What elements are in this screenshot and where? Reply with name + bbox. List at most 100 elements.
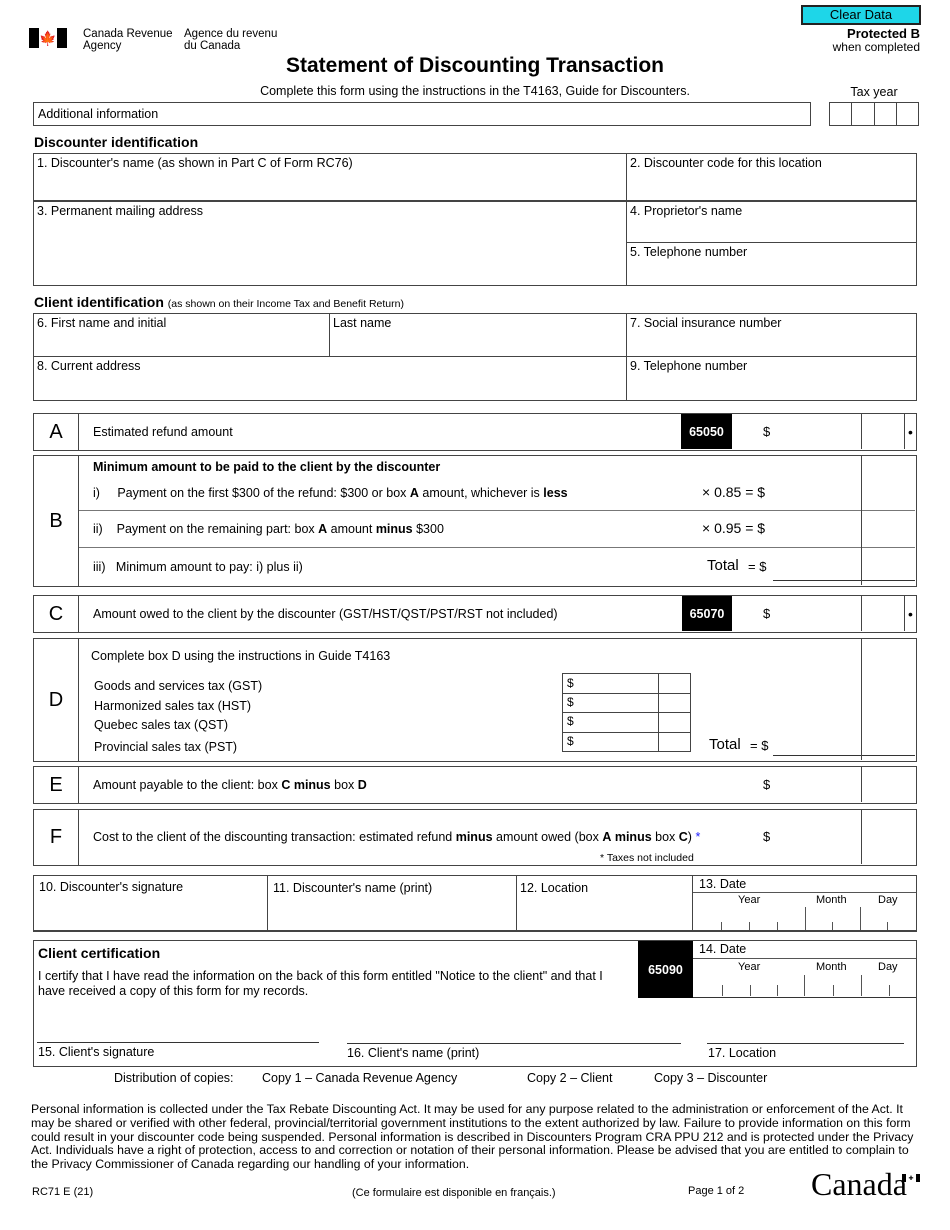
line-i-number: i) <box>93 486 100 500</box>
client-telephone-field[interactable]: 9. Telephone number <box>626 356 917 401</box>
box-b: B Minimum amount to be paid to the clien… <box>33 455 917 587</box>
agency-fr-line1: Agence du revenu <box>184 28 278 40</box>
box-a-cents-input[interactable]: • <box>904 414 916 449</box>
sin-label: 7. Social insurance number <box>630 316 782 330</box>
row-divider <box>563 732 690 733</box>
box-b-line-ii: ii) Payment on the remaining part: box A… <box>93 522 444 536</box>
qst-amount-input[interactable]: $ <box>567 714 574 728</box>
box-f-bold: minus <box>455 830 493 844</box>
tax-year-label: Tax year <box>850 85 898 99</box>
gst-label: Goods and services tax (GST) <box>94 679 263 693</box>
discounter-signature-section: 10. Discounter's signature 11. Discounte… <box>33 875 917 932</box>
line-ii-bold: minus <box>375 522 413 536</box>
box-d-instruction: Complete box D using the instructions in… <box>91 649 391 663</box>
discounter-identification-title: Discounter identification <box>34 134 199 150</box>
box-d-tax-labels: Goods and services tax (GST) Harmonized … <box>94 677 262 757</box>
discounter-signature-field[interactable]: 10. Discounter's signature <box>34 876 268 930</box>
copy-3-label: Copy 3 – Discounter <box>654 1071 768 1085</box>
month-label: Month <box>816 961 847 973</box>
line-iii-number: iii) <box>93 560 106 574</box>
client-telephone-label: 9. Telephone number <box>630 359 748 373</box>
box-c-amount-input[interactable] <box>861 596 905 631</box>
current-address-label: 8. Current address <box>37 359 141 373</box>
client-signature-label: 15. Client's signature <box>38 1045 155 1059</box>
discounter-code-label: 2. Discounter code for this location <box>630 156 822 170</box>
additional-information-field[interactable]: Additional information <box>33 102 811 126</box>
clear-data-button[interactable]: Clear Data <box>801 5 921 25</box>
discounter-code-field[interactable]: 2. Discounter code for this location <box>626 153 917 201</box>
client-signature-line[interactable] <box>37 1042 319 1043</box>
box-d-amount-input[interactable] <box>861 639 915 760</box>
tax-year-input[interactable] <box>829 102 919 126</box>
box-c-cents-input[interactable]: • <box>904 596 916 631</box>
pst-amount-input[interactable]: $ <box>567 734 574 748</box>
tick <box>889 985 890 996</box>
box-c-letter: C <box>34 596 79 632</box>
discounter-telephone-field[interactable]: 5. Telephone number <box>626 242 917 286</box>
date-13-field[interactable]: 13. Date Year Month Day <box>693 876 916 930</box>
client-identification-heading: Client identification <box>34 294 164 310</box>
french-availability-note: (Ce formulaire est disponible en françai… <box>352 1187 556 1199</box>
agency-name-fr: Agence du revenu du Canada <box>184 28 277 52</box>
box-f-text: box <box>651 830 679 844</box>
tick <box>805 907 806 930</box>
sin-field[interactable]: 7. Social insurance number <box>626 313 917 357</box>
client-location-line[interactable] <box>707 1043 904 1044</box>
tax-year-digit[interactable] <box>830 103 853 125</box>
line-ii-text: amount <box>327 522 376 536</box>
decimal-point: • <box>908 605 913 622</box>
box-f: F Cost to the client of the discounting … <box>33 809 917 866</box>
tax-year-digit[interactable] <box>875 103 897 125</box>
hst-amount-input[interactable]: $ <box>567 695 574 709</box>
form-id: RC71 E (21) <box>32 1186 94 1198</box>
discounter-name-print-field[interactable]: 11. Discounter's name (print) <box>268 876 517 930</box>
tick <box>721 922 722 930</box>
location-label: 12. Location <box>520 881 589 895</box>
last-name-field[interactable]: Last name <box>329 313 627 357</box>
line-i-text: amount, whichever is <box>418 486 544 500</box>
box-f-label: Cost to the client of the discounting tr… <box>93 830 700 844</box>
location-field[interactable]: 12. Location <box>517 876 693 930</box>
date-14-field[interactable]: 14. Date Year Month Day <box>693 941 916 998</box>
box-b-amount-column[interactable] <box>861 456 915 585</box>
client-name-print-label: 16. Client's name (print) <box>347 1046 480 1060</box>
box-e-dollar-sign: $ <box>763 777 771 792</box>
agency-en-line1: Canada Revenue <box>83 28 173 40</box>
discounter-name-label: 1. Discounter's name (as shown in Part C… <box>37 156 353 170</box>
line-ii-calculation: × 0.95 = $ <box>702 520 766 536</box>
box-e-bold: D <box>357 778 367 792</box>
line-iii-total-label: Total <box>707 557 739 574</box>
wordmark-flag-icon: ✚ <box>902 1174 920 1182</box>
date-14-label: 14. Date <box>699 942 747 956</box>
box-f-amount-input[interactable] <box>861 810 915 864</box>
tick <box>777 922 778 930</box>
box-f-letter: F <box>34 810 79 865</box>
proprietor-name-field[interactable]: 4. Proprietor's name <box>626 200 917 243</box>
box-d-equals: = $ <box>750 738 769 753</box>
box-e-amount-input[interactable] <box>861 767 915 802</box>
divider <box>693 958 916 959</box>
tax-year-digit[interactable] <box>897 103 918 125</box>
copy-2-label: Copy 2 – Client <box>527 1071 613 1085</box>
client-name-print-line[interactable] <box>347 1043 681 1044</box>
tax-year-digit[interactable] <box>852 103 875 125</box>
discounter-name-field[interactable]: 1. Discounter's name (as shown in Part C… <box>33 153 627 201</box>
year-label: Year <box>738 894 761 906</box>
date-13-label: 13. Date <box>699 877 747 891</box>
gst-amount-input[interactable]: $ <box>567 676 574 690</box>
first-name-field[interactable]: 6. First name and initial <box>33 313 330 357</box>
tick <box>832 922 833 930</box>
row-divider <box>563 712 690 713</box>
qst-label: Quebec sales tax (QST) <box>94 718 229 732</box>
box-c-dollar-sign: $ <box>763 606 771 621</box>
box-e-letter: E <box>34 767 79 803</box>
current-address-field[interactable]: 8. Current address <box>33 356 627 401</box>
discounter-signature-label: 10. Discounter's signature <box>39 880 184 894</box>
mailing-address-field[interactable]: 3. Permanent mailing address <box>33 200 627 286</box>
box-f-text: Cost to the client of the discounting tr… <box>93 830 456 844</box>
box-e: E Amount payable to the client: box C mi… <box>33 766 917 804</box>
canada-flag-icon: 🍁 <box>29 28 67 48</box>
client-certification-title: Client certification <box>38 945 161 961</box>
box-a-amount-input[interactable] <box>861 414 905 449</box>
discounter-name-print-label: 11. Discounter's name (print) <box>273 881 433 895</box>
